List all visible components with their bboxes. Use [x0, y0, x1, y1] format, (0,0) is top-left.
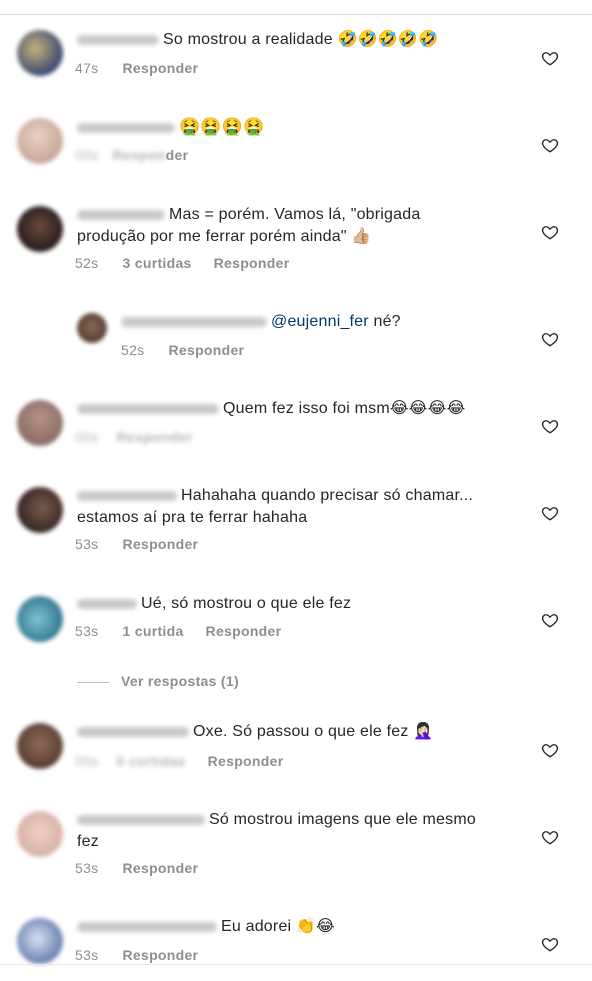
avatar[interactable] — [17, 206, 63, 252]
likes-count[interactable]: 1 curtida — [122, 623, 183, 639]
comment-text-line1: Mas = porém. Vamos lá, "obrigada — [169, 206, 421, 223]
comment-text: Oxe. Só passou o que ele fez 🤦🏻‍♀️ — [193, 723, 434, 740]
reply-button[interactable]: Responder — [214, 255, 290, 271]
comment-time: 53s — [75, 536, 99, 552]
username-blurred[interactable] — [77, 34, 159, 45]
comment-text-line2: fez — [77, 833, 99, 850]
heart-icon[interactable] — [541, 741, 559, 759]
username-blurred[interactable] — [121, 316, 267, 327]
likes-count[interactable]: 3 curtidas — [122, 255, 191, 271]
comment-time: 47s — [75, 60, 99, 76]
reply-button[interactable]: Responder — [168, 342, 244, 358]
comment-text: 🤮🤮🤮🤮 — [179, 117, 265, 136]
view-replies-label[interactable]: Ver respostas (1) — [121, 673, 239, 689]
top-divider — [0, 14, 592, 15]
username-blurred[interactable] — [77, 598, 137, 609]
heart-icon[interactable] — [541, 49, 559, 67]
reply-button[interactable]: Responder — [122, 947, 198, 963]
reply-button[interactable]: Responder — [208, 753, 284, 769]
heart-icon[interactable] — [541, 417, 559, 435]
comment-time-blurred: 00s — [75, 429, 99, 445]
heart-icon[interactable] — [541, 504, 559, 522]
username-blurred[interactable] — [77, 490, 177, 501]
comment-time: 52s — [75, 255, 99, 271]
heart-icon[interactable] — [541, 330, 559, 348]
reply-button[interactable]: Responder — [122, 536, 198, 552]
avatar[interactable] — [17, 118, 63, 164]
comment-text-line1: Hahahaha quando precisar só chamar... — [181, 487, 474, 504]
username-blurred[interactable] — [77, 209, 165, 220]
heart-icon[interactable] — [541, 136, 559, 154]
reply-button-blurred[interactable]: Responder — [116, 429, 192, 445]
avatar[interactable] — [17, 596, 63, 642]
mention-link[interactable]: @eujenni_fer — [271, 313, 369, 330]
comment-time: 53s — [75, 947, 99, 963]
avatar[interactable] — [17, 400, 63, 446]
reply-button[interactable]: Responder — [206, 623, 282, 639]
reply-button[interactable]: Responder — [122, 860, 198, 876]
comment-text: Quem fez isso foi msm😂😂😂😂 — [223, 400, 466, 417]
comment-text-line2: produção por me ferrar porém ainda" 👍🏼 — [77, 228, 372, 245]
avatar[interactable] — [77, 313, 107, 343]
comment-time-blurred: 00s — [75, 753, 99, 769]
view-replies-button[interactable]: Ver respostas (1) — [77, 673, 239, 689]
reply-button-blurred[interactable]: Respon — [112, 147, 165, 163]
comment-time-blurred: 00s — [75, 147, 99, 163]
replies-divider — [77, 681, 109, 683]
reply-button[interactable]: der — [166, 147, 189, 163]
heart-icon[interactable] — [541, 223, 559, 241]
comment-text-line1: Só mostrou imagens que ele mesmo — [209, 811, 476, 828]
likes-count-blurred[interactable]: 0 curtidas — [116, 753, 185, 769]
username-blurred[interactable] — [77, 814, 205, 825]
comment-time: 52s — [121, 342, 145, 358]
bottom-divider — [0, 964, 592, 965]
heart-icon[interactable] — [541, 828, 559, 846]
heart-icon[interactable] — [541, 611, 559, 629]
comment-text: Ué, só mostrou o que ele fez — [141, 595, 352, 612]
avatar[interactable] — [17, 918, 63, 964]
avatar[interactable] — [17, 811, 63, 857]
username-blurred[interactable] — [77, 122, 175, 133]
username-blurred[interactable] — [77, 403, 219, 414]
comment-time: 53s — [75, 623, 99, 639]
heart-icon[interactable] — [541, 935, 559, 953]
comment-text: Eu adorei 👏😂 — [221, 918, 335, 935]
username-blurred[interactable] — [77, 726, 189, 737]
comment-text: né? — [368, 313, 401, 330]
avatar[interactable] — [17, 487, 63, 533]
avatar[interactable] — [17, 723, 63, 769]
username-blurred[interactable] — [77, 921, 217, 932]
comment-text-line2: estamos aí pra te ferrar hahaha — [77, 509, 308, 526]
comment-time: 53s — [75, 860, 99, 876]
avatar[interactable] — [17, 30, 63, 76]
reply-button[interactable]: Responder — [122, 60, 198, 76]
comment-text: So mostrou a realidade 🤣🤣🤣🤣🤣 — [163, 31, 439, 48]
